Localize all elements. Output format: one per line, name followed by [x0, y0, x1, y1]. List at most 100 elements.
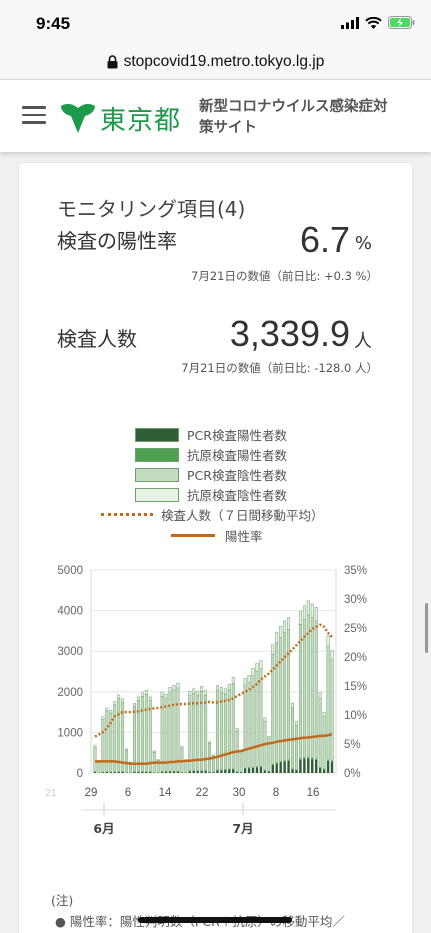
- address-bar[interactable]: stopcovid19.metro.tokyo.lg.jp: [0, 44, 431, 80]
- bar-segment: [251, 767, 255, 773]
- site-title[interactable]: 新型コロナウイルス感染症対策サイト: [199, 97, 399, 139]
- bar-segment: [271, 644, 275, 655]
- bar-segment: [117, 771, 120, 773]
- y-right-tick-label: 25%: [344, 623, 367, 635]
- positivity-value: 6.7: [299, 219, 350, 260]
- battery-charging-icon: [388, 16, 415, 29]
- y-left-tick-label: 3000: [57, 646, 83, 658]
- bar-segment: [204, 770, 207, 773]
- bar-segment: [164, 771, 168, 773]
- bar-segment: [109, 709, 113, 714]
- bar-segment: [311, 759, 314, 773]
- bar-segment: [172, 689, 176, 772]
- bar-segment: [279, 637, 283, 762]
- home-indicator[interactable]: [138, 917, 292, 923]
- y-left-tick-label: 1000: [57, 727, 83, 739]
- bar-segment: [235, 771, 239, 773]
- legend-solid-line: [171, 534, 215, 537]
- tests-note: 7月21日の数値（前日比: -128.0 人）: [181, 361, 378, 375]
- bar-segment: [208, 772, 211, 773]
- y-left-tick-label: 4000: [57, 606, 83, 618]
- legend-label: 抗原検査陰性者数: [187, 488, 288, 503]
- y-right-tick-label: 30%: [344, 594, 367, 606]
- bar-segment: [172, 685, 176, 691]
- bar-segment: [101, 716, 105, 720]
- bar-segment: [291, 769, 294, 773]
- bar-segment: [196, 771, 199, 773]
- tests-label: 検査人数: [57, 327, 137, 351]
- bar-segment: [259, 766, 263, 773]
- bar-segment: [215, 685, 219, 692]
- bar-segment: [302, 605, 306, 620]
- bar-segment: [294, 721, 298, 726]
- bar-segment: [227, 683, 231, 691]
- bar-segment: [318, 697, 322, 768]
- y-left-tick-label: 2000: [57, 687, 83, 699]
- legend-item[interactable]: 陽性率: [171, 526, 263, 545]
- menu-icon[interactable]: [22, 106, 46, 124]
- bar-segment: [224, 769, 227, 773]
- bar-segment: [322, 711, 326, 717]
- bar-segment: [160, 771, 164, 773]
- y-right-tick-label: 20%: [344, 652, 367, 664]
- bar-segment: [259, 668, 263, 767]
- bar-segment: [105, 771, 109, 773]
- y-right-tick-label: 35%: [344, 565, 367, 577]
- legend-item[interactable]: PCR検査陰性者数: [135, 465, 287, 484]
- bar-segment: [101, 772, 105, 773]
- y-right-tick-label: 15%: [344, 681, 367, 693]
- notes-heading: (注): [51, 893, 74, 908]
- bar-segment: [144, 690, 148, 695]
- x-tick-label: 8: [273, 787, 279, 799]
- tests-value: 3,339.9: [229, 313, 350, 354]
- legend-label: 抗原検査陽性者数: [187, 448, 288, 463]
- bar-segment: [141, 771, 144, 773]
- bar-segment: [322, 769, 326, 773]
- tokyo-ginkgo-logo-icon[interactable]: [58, 98, 98, 134]
- legend-dotted-line: [101, 513, 153, 516]
- card-title: モニタリング項目(4): [57, 197, 246, 221]
- bar-segment: [243, 677, 247, 685]
- bar-segment: [231, 677, 235, 684]
- bar-segment: [180, 746, 184, 749]
- bar-segment: [247, 768, 251, 773]
- bar-segment: [113, 701, 117, 706]
- bar-segment: [235, 727, 239, 732]
- bar-segment: [133, 771, 136, 773]
- legend-item[interactable]: 検査人数（７日間移動平均）: [101, 505, 324, 524]
- bar-segment: [148, 700, 152, 772]
- bar-segment: [299, 759, 302, 773]
- bar-segment: [93, 771, 97, 773]
- bar-segment: [220, 770, 223, 773]
- bar-segment: [239, 751, 243, 773]
- legend-swatch: [135, 467, 179, 482]
- bar-segment: [279, 625, 283, 638]
- bar-segment: [164, 697, 168, 772]
- bar-segment: [105, 707, 109, 712]
- legend-label: 検査人数（７日間移動平均）: [161, 508, 324, 523]
- logo-text[interactable]: 東京都: [100, 100, 181, 137]
- legend-item[interactable]: 抗原検査陽性者数: [135, 445, 287, 464]
- bar-segment: [271, 764, 274, 773]
- tests-unit: 人: [354, 331, 372, 352]
- bar-segment: [109, 772, 113, 773]
- bar-segment: [172, 771, 176, 773]
- bar-segment: [330, 658, 334, 761]
- bar-segment: [306, 600, 310, 616]
- bar-segment: [287, 760, 290, 773]
- bar-segment: [255, 767, 259, 773]
- bar-segment: [192, 688, 196, 694]
- bar-segment: [306, 614, 310, 758]
- scrollbar[interactable]: [425, 603, 428, 653]
- bar-segment: [267, 771, 271, 773]
- bar-segment: [113, 772, 116, 773]
- url-text[interactable]: stopcovid19.metro.tokyo.lg.jp: [124, 53, 325, 71]
- bar-segment: [291, 702, 294, 709]
- bar-segment: [247, 675, 251, 683]
- bar-segment: [216, 770, 219, 773]
- legend-item[interactable]: 抗原検査陰性者数: [135, 485, 287, 504]
- x-tick-label: 21: [45, 788, 57, 799]
- legend-item[interactable]: PCR検査陽性者数: [135, 425, 287, 444]
- x-tick-label: 6: [125, 787, 131, 799]
- bar-segment: [326, 635, 330, 647]
